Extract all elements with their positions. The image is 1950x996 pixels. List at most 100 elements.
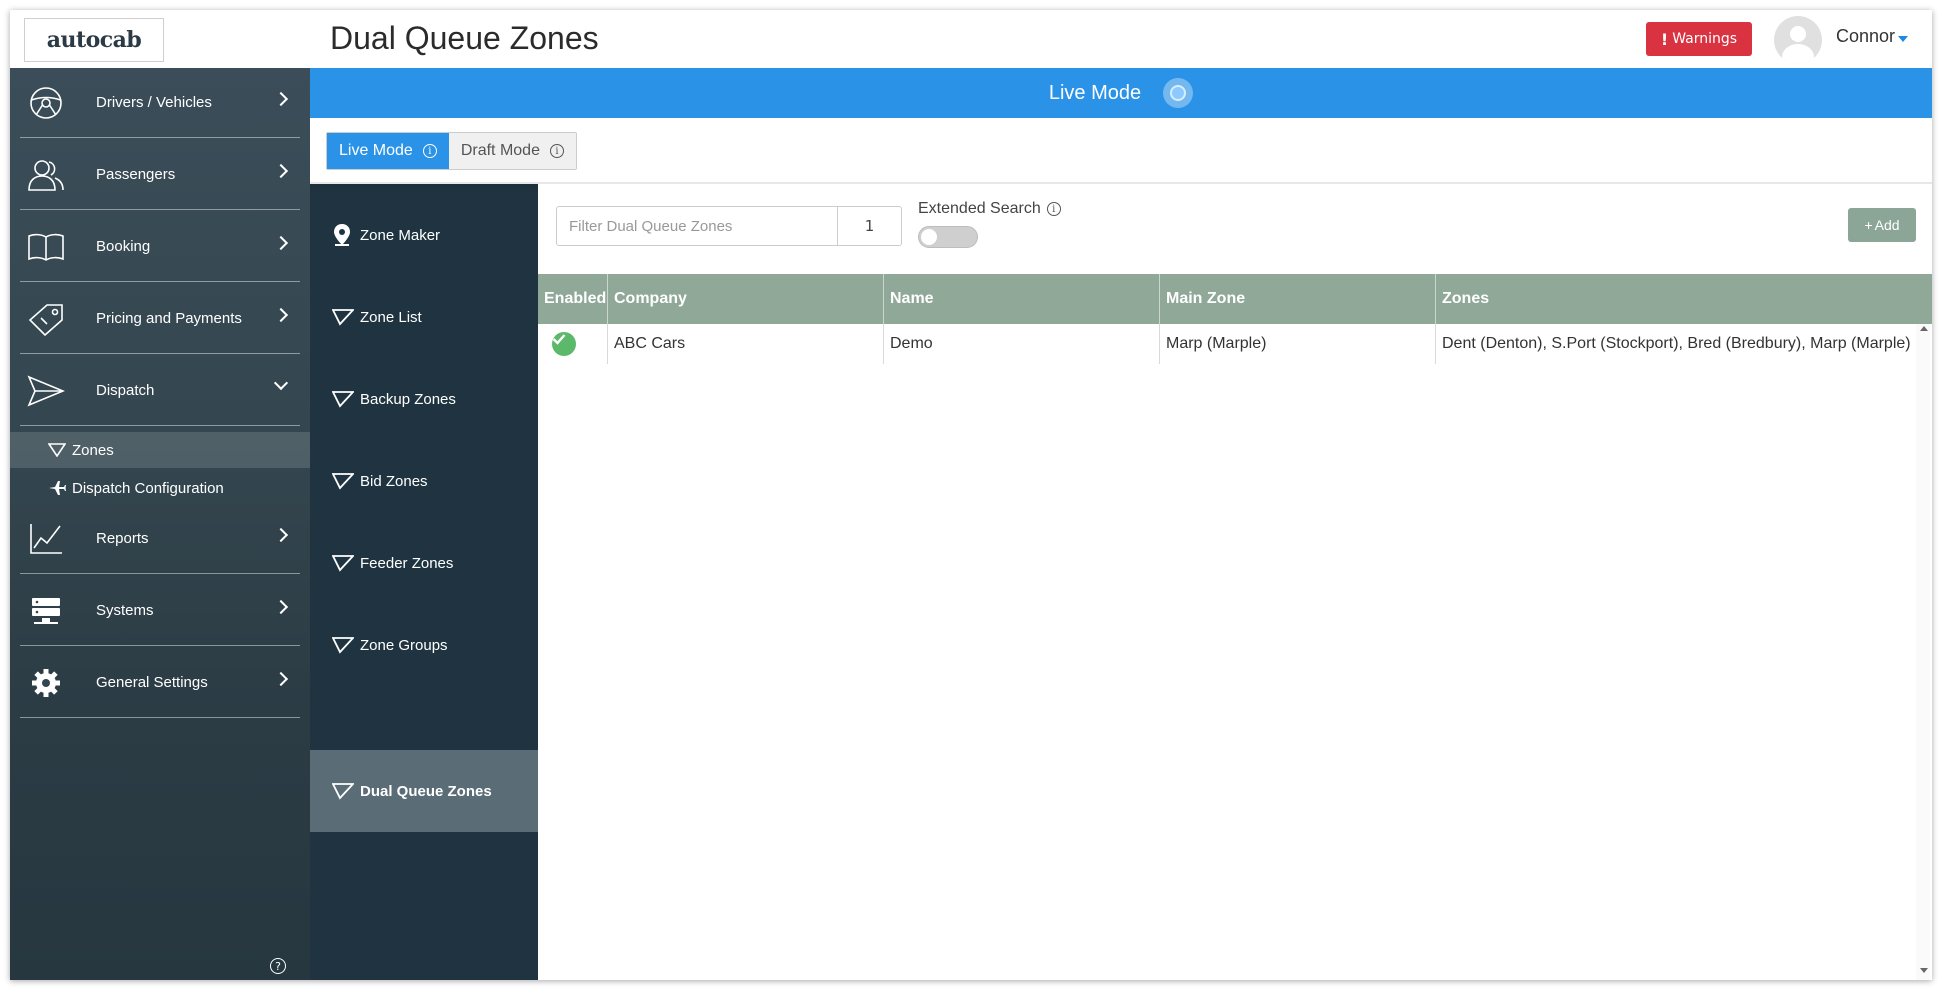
zones-subnav: Zone Maker Zone List Backup Zones Bid Zo… — [310, 184, 538, 980]
sidebar-subitem-label: Zones — [72, 441, 114, 459]
warnings-label: Warnings — [1672, 31, 1738, 47]
tab-label: Live Mode — [339, 142, 413, 159]
app-window: autocab Dual Queue Zones ! Warnings Conn… — [10, 10, 1932, 980]
extended-search-text: Extended Search — [918, 200, 1041, 217]
chevron-right-icon — [273, 91, 289, 107]
chevron-right-icon — [273, 163, 289, 179]
price-tag-icon — [24, 299, 68, 339]
cell-enabled — [538, 324, 608, 364]
page-title: Dual Queue Zones — [330, 20, 599, 56]
subnav-item-dual-queue-zones[interactable]: Dual Queue Zones — [310, 750, 538, 832]
sidebar-item-passengers[interactable]: Passengers — [20, 140, 300, 210]
subnav-label: Zone List — [360, 308, 422, 326]
tab-label: Draft Mode — [460, 142, 540, 159]
subnav-item-zone-groups[interactable]: Zone Groups — [310, 604, 538, 686]
user-avatar-icon[interactable] — [1774, 16, 1822, 64]
subnav-item-zone-maker[interactable]: Zone Maker — [310, 194, 538, 276]
tab-draft-mode[interactable]: Draft Mode i — [448, 133, 576, 169]
add-label: Add — [1874, 217, 1900, 233]
extended-search-toggle[interactable] — [918, 226, 978, 248]
cell-company: ABC Cars — [608, 324, 884, 364]
table-header: Enabled Company Name Main Zone Zones — [538, 274, 1932, 324]
sidebar-subitem-zones[interactable]: Zones — [10, 432, 310, 468]
sidebar-item-label: Pricing and Payments — [96, 310, 242, 327]
zone-icon — [332, 554, 356, 572]
gear-icon — [24, 663, 68, 703]
sidebar-item-systems[interactable]: Systems — [20, 576, 300, 646]
page-number-field[interactable]: 1 — [838, 206, 902, 246]
chevron-right-icon — [273, 307, 289, 323]
tab-live-mode[interactable]: Live Mode i — [327, 133, 449, 169]
extended-search-label: Extended Search i — [918, 200, 1061, 218]
server-icon — [24, 591, 68, 631]
cell-name: Demo — [884, 324, 1160, 364]
main-content: 1 Extended Search i + Add Enabled Compan… — [538, 184, 1932, 980]
zone-icon — [332, 782, 356, 800]
main-sidebar: Drivers / Vehicles Passengers Booking Pr… — [10, 68, 310, 980]
column-header-company[interactable]: Company — [608, 274, 884, 324]
chevron-right-icon — [273, 527, 289, 543]
info-icon[interactable]: i — [1046, 202, 1061, 216]
zone-icon — [332, 308, 356, 326]
steering-wheel-icon — [24, 83, 68, 123]
chevron-right-icon — [273, 671, 289, 687]
subnav-item-bid-zones[interactable]: Bid Zones — [310, 440, 538, 522]
subnav-label: Bid Zones — [360, 472, 428, 490]
column-header-name[interactable]: Name — [884, 274, 1160, 324]
user-menu[interactable]: Connor — [1836, 26, 1895, 47]
info-icon[interactable]: i — [549, 144, 564, 158]
users-icon — [24, 155, 68, 195]
scroll-down-arrow-icon[interactable] — [1920, 968, 1928, 973]
sidebar-item-general-settings[interactable]: General Settings — [20, 648, 300, 718]
book-icon — [24, 227, 68, 267]
subnav-label: Feeder Zones — [360, 554, 454, 572]
subnav-item-zone-list[interactable]: Zone List — [310, 276, 538, 358]
sidebar-subitem-dispatch-configuration[interactable]: Dispatch Configuration — [10, 470, 310, 506]
chevron-right-icon — [273, 599, 289, 615]
live-mode-banner: Live Mode — [310, 68, 1932, 118]
sidebar-item-label: Systems — [96, 602, 154, 619]
scroll-up-arrow-icon[interactable] — [1920, 326, 1928, 331]
help-icon[interactable]: ? — [270, 958, 286, 974]
table-row[interactable]: ABC Cars Demo Marp (Marple) Dent (Denton… — [538, 324, 1918, 364]
chevron-right-icon — [273, 235, 289, 251]
vertical-scrollbar[interactable] — [1916, 324, 1930, 980]
sidebar-item-dispatch[interactable]: Dispatch — [20, 356, 300, 426]
sidebar-item-label: Booking — [96, 238, 151, 255]
sidebar-subitem-label: Dispatch Configuration — [72, 479, 224, 497]
cell-zones: Dent (Denton), S.Port (Stockport), Bred … — [1442, 335, 1911, 352]
chevron-down-icon — [273, 375, 289, 391]
sidebar-item-pricing-payments[interactable]: Pricing and Payments — [20, 284, 300, 354]
exclamation-icon: ! — [1660, 29, 1669, 49]
sidebar-item-label: General Settings — [96, 674, 208, 691]
sidebar-item-booking[interactable]: Booking — [20, 212, 300, 282]
banner-title: Live Mode — [1048, 81, 1142, 104]
column-header-main-zone[interactable]: Main Zone — [1160, 274, 1436, 324]
column-header-zones[interactable]: Zones — [1436, 274, 1932, 324]
column-header-enabled[interactable]: Enabled — [538, 274, 608, 324]
subnav-label: Backup Zones — [360, 390, 456, 408]
autocab-logo[interactable]: autocab — [24, 18, 164, 62]
map-pin-icon — [332, 223, 356, 247]
plus-icon: + — [1864, 217, 1873, 233]
mode-tabs: Live Mode i Draft Mode i — [326, 132, 577, 170]
filter-input[interactable] — [556, 206, 838, 246]
line-chart-icon — [24, 519, 68, 559]
caret-down-icon[interactable] — [1898, 36, 1908, 42]
subnav-label: Zone Maker — [360, 226, 441, 244]
sidebar-item-label: Reports — [96, 530, 149, 547]
sidebar-item-reports[interactable]: Reports — [20, 504, 300, 574]
info-icon[interactable]: i — [422, 144, 437, 158]
cell-main-zone: Marp (Marple) — [1160, 324, 1436, 364]
top-bar: autocab Dual Queue Zones ! Warnings Conn… — [10, 10, 1932, 68]
subnav-item-backup-zones[interactable]: Backup Zones — [310, 358, 538, 440]
subnav-label: Dual Queue Zones — [360, 782, 492, 800]
sidebar-item-drivers-vehicles[interactable]: Drivers / Vehicles — [20, 68, 300, 138]
sidebar-item-label: Drivers / Vehicles — [96, 94, 212, 111]
add-button[interactable]: + Add — [1848, 208, 1916, 242]
live-indicator-icon — [1163, 78, 1194, 108]
warnings-button[interactable]: ! Warnings — [1646, 22, 1752, 56]
zone-icon — [48, 443, 68, 457]
subnav-item-feeder-zones[interactable]: Feeder Zones — [310, 522, 538, 604]
sidebar-item-label: Dispatch — [96, 382, 155, 399]
